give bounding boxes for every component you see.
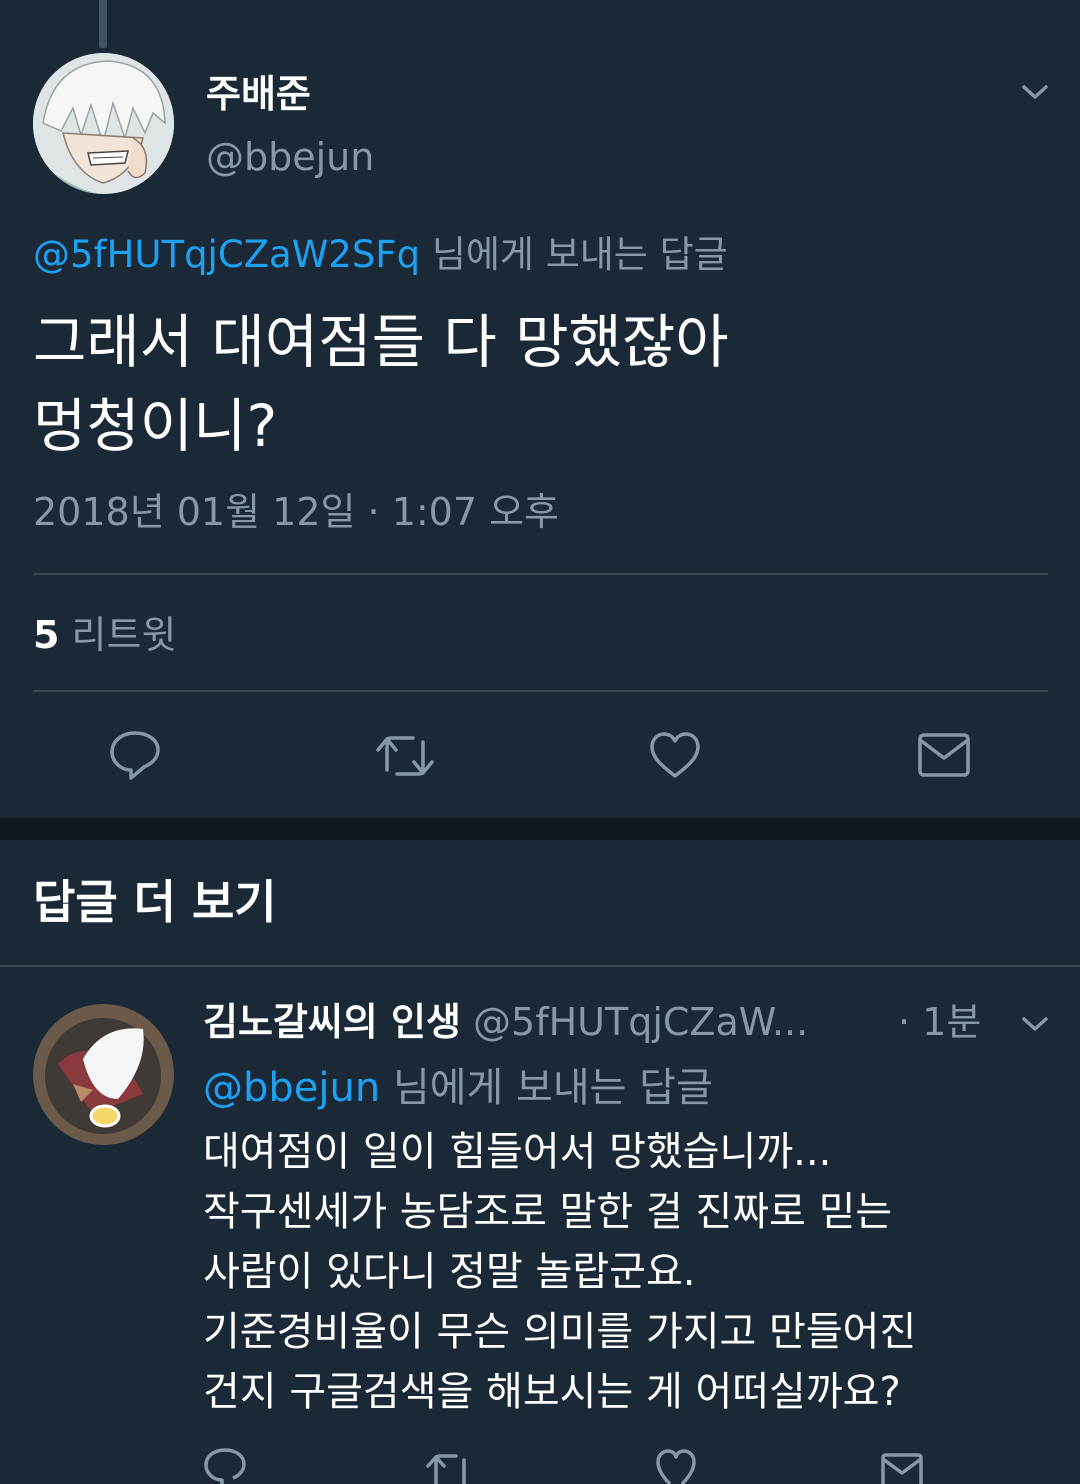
thread-line: [99, 0, 107, 48]
reply-retweet-icon[interactable]: [424, 1450, 476, 1484]
tweet-text-line: 멍청이니?: [33, 392, 278, 460]
reply-text-line: 기준경비율이 무슨 의미를 가지고 만들어진: [203, 1309, 917, 1355]
display-name[interactable]: 주배준: [206, 70, 311, 118]
reply-time: · 1분: [898, 1000, 982, 1044]
reply-direct-message-icon[interactable]: [880, 1452, 924, 1484]
reply-text-line: 대여점이 일이 힘들어서 망했습니까...: [203, 1129, 832, 1175]
tweet-text: 그래서 대여점들 다 망했잖아 멍청이니?: [33, 300, 729, 468]
reply-suffix: 님에게 보내는 답글: [431, 233, 728, 276]
reply-avatar-image: [33, 1004, 174, 1145]
reply-avatar[interactable]: [33, 1004, 174, 1145]
reply-header: 김노갈씨의 인생 @5fHUTqjCZaW...: [203, 996, 1003, 1048]
user-handle[interactable]: @bbejun: [206, 133, 374, 181]
reply-to-link[interactable]: @5fHUTqjCZaW2SFq: [33, 233, 420, 276]
reply-text-line: 건지 구글검색을 해보시는 게 어떠실까요?: [203, 1369, 901, 1415]
chevron-down-icon[interactable]: [1019, 80, 1051, 104]
section-separator: [0, 818, 1080, 840]
tweet-text-line: 그래서 대여점들 다 망했잖아: [33, 308, 729, 376]
avatar[interactable]: [33, 53, 174, 194]
divider: [33, 573, 1048, 575]
reply-context: @5fHUTqjCZaW2SFq 님에게 보내는 답글: [33, 230, 728, 280]
retweet-count: 5: [33, 613, 60, 657]
reply-to-link[interactable]: @bbejun: [203, 1065, 380, 1111]
reply-suffix: 님에게 보내는 답글: [392, 1065, 713, 1111]
reply-reply-icon[interactable]: [203, 1446, 247, 1484]
more-replies-title: 답글 더 보기: [33, 875, 277, 929]
divider: [33, 690, 1048, 692]
reply-text-line: 사람이 있다니 정말 놀랍군요.: [203, 1249, 696, 1295]
reply-display-name[interactable]: 김노갈씨의 인생: [203, 1000, 461, 1044]
reply-icon[interactable]: [108, 728, 162, 782]
retweet-stats[interactable]: 5 리트윗: [33, 610, 176, 660]
divider: [0, 965, 1080, 967]
avatar-image: [33, 53, 174, 194]
reply-chevron-down-icon[interactable]: [1019, 1012, 1051, 1036]
timestamp: 2018년 01월 12일 · 1:07 오후: [33, 490, 560, 534]
retweet-label: 리트윗: [71, 613, 177, 657]
reply-context: @bbejun 님에게 보내는 답글: [203, 1060, 713, 1116]
reply-text: 대여점이 일이 힘들어서 망했습니까... 작구센세가 농담조로 말한 걸 진짜…: [203, 1122, 916, 1422]
reply-like-heart-icon[interactable]: [654, 1448, 698, 1484]
reply-user-handle[interactable]: @5fHUTqjCZaW...: [473, 1000, 808, 1044]
reply-text-line: 작구센세가 농담조로 말한 걸 진짜로 믿는: [203, 1189, 893, 1235]
retweet-icon[interactable]: [373, 730, 437, 782]
like-heart-icon[interactable]: [648, 730, 702, 782]
direct-message-icon[interactable]: [917, 732, 971, 780]
